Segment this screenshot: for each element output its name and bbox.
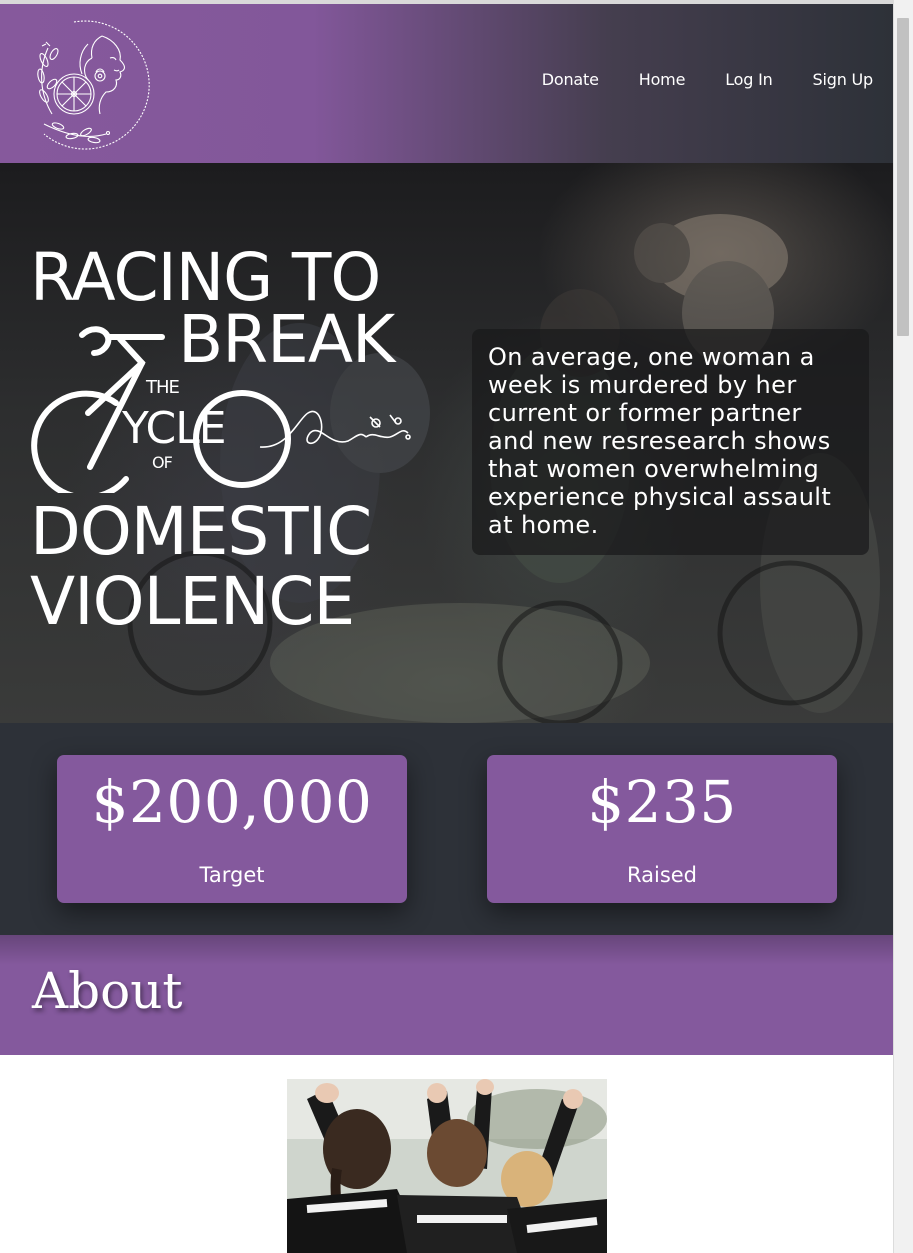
nav-login-link[interactable]: Log In xyxy=(725,70,773,89)
hero-title-of: OF xyxy=(152,453,173,472)
raised-card: $235 Raised xyxy=(487,755,837,903)
hero-title-the: THE xyxy=(146,377,180,398)
page: Donate Home Log In Sign Up RACING TO BRE… xyxy=(0,0,893,1253)
target-amount: $200,000 xyxy=(91,768,373,836)
raised-amount: $235 xyxy=(587,768,737,836)
raised-label: Raised xyxy=(626,863,698,887)
site-logo-icon[interactable] xyxy=(14,14,154,152)
hero-title-line-violence: VIOLENCE xyxy=(30,563,355,640)
nav-home-link[interactable]: Home xyxy=(639,70,686,89)
hero-title-graphic: RACING TO BREAK THE YCLE OF DOMESTIC VIO… xyxy=(30,239,430,639)
hero-title-line-domestic: DOMESTIC xyxy=(30,493,372,570)
bicycle-cycle-graphic-icon xyxy=(31,326,411,493)
about-team-photo xyxy=(287,1079,607,1253)
scrollbar-thumb[interactable] xyxy=(897,18,909,336)
nav-donate-link[interactable]: Donate xyxy=(542,70,599,89)
hero-statistic-box: On average, one woman a week is murdered… xyxy=(472,329,869,555)
fundraising-section: $200,000 Target $235 Raised xyxy=(0,723,893,935)
nav-signup-link[interactable]: Sign Up xyxy=(813,70,874,89)
about-section: About xyxy=(0,935,893,1055)
window-scrollbar[interactable] xyxy=(893,0,913,1253)
hero-section: RACING TO BREAK THE YCLE OF DOMESTIC VIO… xyxy=(0,163,893,723)
target-label: Target xyxy=(199,863,265,887)
target-card: $200,000 Target xyxy=(57,755,407,903)
team-photo-image xyxy=(287,1079,607,1253)
site-header: Donate Home Log In Sign Up xyxy=(0,4,893,163)
main-nav: Donate Home Log In Sign Up xyxy=(542,70,873,89)
hero-title-cycle: YCLE xyxy=(122,403,227,454)
about-heading: About xyxy=(32,962,183,1020)
hero-statistic-text: On average, one woman a week is murdered… xyxy=(488,343,832,539)
